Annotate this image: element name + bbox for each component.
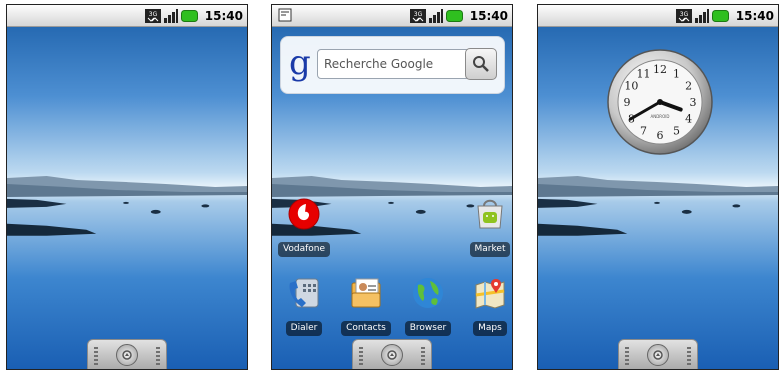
battery-icon [445,10,463,22]
status-time: 15:40 [735,9,774,23]
market-icon [477,199,503,229]
clock-numeral: 6 [657,129,664,142]
app-label: Contacts [341,321,391,336]
network-3g-icon: 3G [144,9,161,23]
phone-screen-1: 3G 15:40 [6,4,248,370]
drawer-grip-left [359,347,363,365]
clock-numeral: 10 [624,80,638,93]
drawer-grip-right [687,347,691,365]
app-browser[interactable]: Browser [398,275,458,336]
clock-numeral: 11 [637,67,651,80]
app-label: Vodafone [277,242,331,257]
app-dialer[interactable]: Dialer [274,275,334,336]
battery-icon [180,10,198,22]
app-maps[interactable]: Maps [460,275,512,336]
drawer-up-icon [647,344,669,366]
app-label: Maps [473,321,507,336]
search-input[interactable] [317,49,470,79]
app-contacts[interactable]: Contacts [336,275,396,336]
app-market[interactable]: Market [460,196,512,257]
drawer-grip-right [421,347,425,365]
signal-icon [163,9,178,23]
svg-text:3G: 3G [149,11,158,18]
signal-icon [428,9,443,23]
analog-clock-widget[interactable]: 121234567891011 ANDROID [606,48,714,156]
maps-icon [475,279,505,309]
google-search-widget: g [280,36,505,94]
app-vodafone[interactable]: Vodafone [274,196,334,257]
app-label: Dialer [285,321,323,336]
status-time: 15:40 [204,9,243,23]
app-label: Browser [404,321,452,336]
clock-numeral: 2 [685,80,692,93]
phone-screen-2: 3G 15:40 g Vodafone Market Dialer Contac… [271,4,513,370]
clock-numeral: 4 [685,113,692,126]
drawer-up-icon [381,344,403,366]
search-icon [473,56,489,72]
app-drawer-handle[interactable] [87,339,167,369]
dialer-icon [289,278,319,308]
clock-numeral: 1 [673,67,680,80]
status-bar: 3G 15:40 [538,5,778,27]
clock-numeral: 7 [640,125,647,138]
status-bar: 3G 15:40 [7,5,247,27]
app-label: Market [469,242,511,257]
svg-text:3G: 3G [680,11,689,18]
signal-icon [694,9,709,23]
clock-center-pin [657,99,663,105]
network-3g-icon: 3G [675,9,692,23]
battery-icon [711,10,729,22]
app-drawer-handle[interactable] [352,339,432,369]
clock-brand: ANDROID [651,114,670,119]
browser-icon [413,278,443,308]
status-time: 15:40 [469,9,508,23]
clock-numeral: 3 [690,96,697,109]
phone-screen-3: 3G 15:40 121234567891011 ANDROID [537,4,779,370]
drawer-grip-right [156,347,160,365]
svg-text:3G: 3G [414,11,423,18]
drawer-grip-left [94,347,98,365]
clock-numeral: 9 [624,96,631,109]
drawer-grip-left [625,347,629,365]
app-drawer-handle[interactable] [618,339,698,369]
network-3g-icon: 3G [409,9,426,23]
clock-numeral: 5 [673,125,680,138]
search-button[interactable] [465,48,497,80]
drawer-up-icon [116,344,138,366]
wallpaper-image [7,5,247,369]
vodafone-icon [288,198,320,230]
google-logo-icon: g [289,43,311,83]
notification-icon [278,8,292,22]
contacts-icon [351,278,381,308]
clock-numeral: 12 [653,63,667,76]
status-bar: 3G 15:40 [272,5,512,27]
